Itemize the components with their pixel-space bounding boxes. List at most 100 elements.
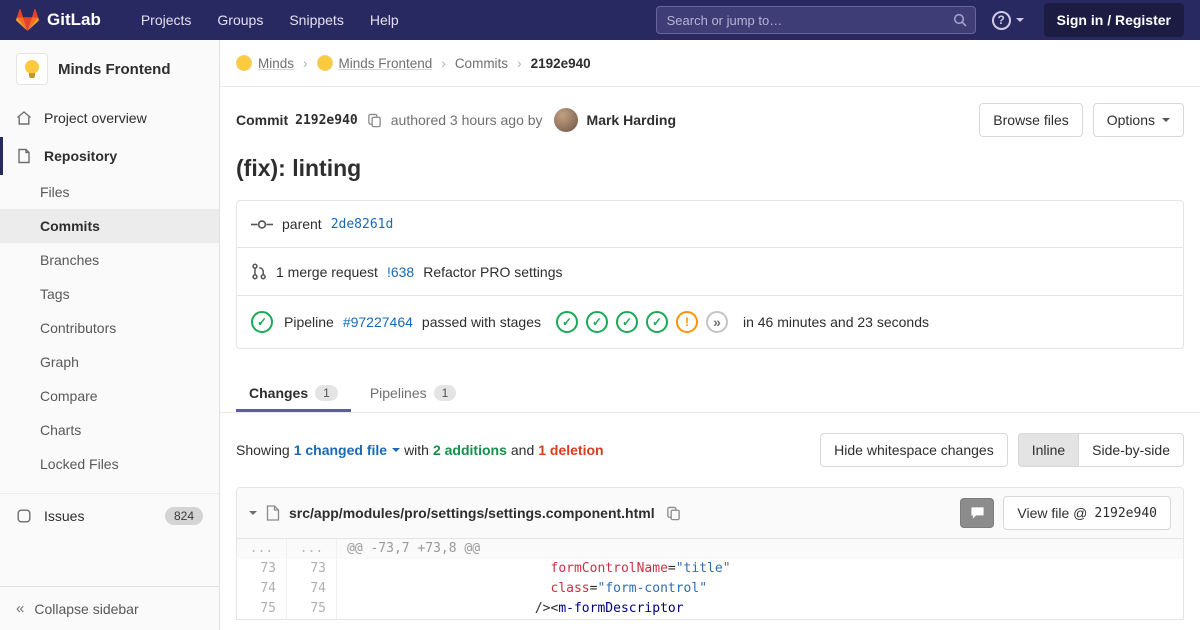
tab-pipelines[interactable]: Pipelines 1	[357, 373, 470, 412]
nav-snippets[interactable]: Snippets	[277, 6, 355, 34]
author-name[interactable]: Mark Harding	[587, 112, 676, 128]
code-line: formControlName="title"	[337, 559, 1183, 579]
sidebar-item-issues[interactable]: Issues 824	[0, 493, 219, 538]
navbar-links: Projects Groups Snippets Help	[129, 6, 411, 34]
tab-changes[interactable]: Changes 1	[236, 373, 351, 412]
changed-files-label: 1 changed file	[293, 442, 388, 458]
home-icon	[17, 111, 31, 125]
chevron-down-icon	[1162, 118, 1170, 122]
merge-request-row: 1 merge request !638 Refactor PRO settin…	[237, 247, 1183, 295]
old-line-number[interactable]: 74	[237, 579, 287, 599]
sidebar-item-commits[interactable]: Commits	[0, 209, 219, 243]
project-name: Minds Frontend	[58, 60, 171, 78]
sidebar-item-project-overview[interactable]: Project overview	[0, 99, 219, 137]
pipeline-status-icon[interactable]: ✓	[251, 311, 273, 333]
sidebar-item-label: Project overview	[44, 110, 147, 126]
copy-sha-button[interactable]	[365, 111, 384, 130]
sidebar-item-locked-files[interactable]: Locked Files	[0, 447, 219, 481]
collapse-sidebar-button[interactable]: « Collapse sidebar	[0, 586, 219, 630]
stage-passed-icon[interactable]: ✓	[555, 311, 578, 333]
sidebar-item-compare[interactable]: Compare	[0, 379, 219, 413]
nav-groups[interactable]: Groups	[205, 6, 275, 34]
breadcrumb-commits[interactable]: Commits	[455, 56, 508, 71]
pipeline-id-link[interactable]: #97227464	[343, 314, 413, 330]
sidebar-item-files[interactable]: Files	[0, 175, 219, 209]
side-by-side-view-button[interactable]: Side-by-side	[1078, 433, 1184, 467]
collapse-file-icon[interactable]	[249, 511, 257, 515]
hide-whitespace-button[interactable]: Hide whitespace changes	[820, 433, 1008, 467]
search-input[interactable]	[655, 6, 976, 34]
pipeline-duration: in 46 minutes and 23 seconds	[742, 314, 929, 330]
stage-passed-icon[interactable]: ✓	[645, 311, 668, 333]
code-eq: =	[667, 561, 676, 576]
diff-file-panel: src/app/modules/pro/settings/settings.co…	[236, 487, 1184, 620]
hunk-header-text: @@ -73,7 +73,8 @@	[347, 541, 481, 556]
nav-help[interactable]: Help	[358, 6, 411, 34]
help-menu[interactable]: ?	[991, 10, 1024, 30]
stage-warning-icon[interactable]: !	[675, 311, 698, 333]
mr-ref-link[interactable]: !638	[387, 264, 414, 280]
hunk-header-row: ... ... @@ -73,7 +73,8 @@	[237, 539, 1183, 559]
project-header[interactable]: Minds Frontend	[0, 40, 219, 99]
breadcrumb-separator: ›	[441, 55, 446, 71]
author-avatar[interactable]	[553, 108, 578, 132]
options-dropdown-button[interactable]: Options	[1092, 103, 1184, 137]
sidebar-item-charts[interactable]: Charts	[0, 413, 219, 447]
sidebar-item-contributors[interactable]: Contributors	[0, 311, 219, 345]
sidebar-item-graph[interactable]: Graph	[0, 345, 219, 379]
browse-files-button[interactable]: Browse files	[979, 103, 1083, 137]
changed-files-dropdown[interactable]: 1 changed file	[293, 442, 401, 458]
additions-count: 2 additions	[432, 442, 507, 458]
breadcrumb-commits-label: Commits	[454, 55, 509, 71]
with-text: with	[404, 442, 429, 458]
old-line-number[interactable]: 73	[237, 559, 287, 579]
project-sidebar: Minds Frontend Project overview Reposito…	[0, 40, 220, 630]
stage-passed-icon[interactable]: ✓	[615, 311, 638, 333]
comment-icon	[971, 507, 984, 519]
gitlab-logo[interactable]: GitLab	[16, 8, 101, 32]
commit-authored-text: authored 3 hours ago by	[390, 112, 543, 128]
view-mode-toggle: Inline Side-by-side	[1017, 433, 1184, 467]
sidebar-item-repository[interactable]: Repository	[0, 137, 219, 175]
code-line: class="form-control"	[337, 579, 1183, 599]
breadcrumb-group[interactable]: Minds	[236, 55, 294, 71]
stage-passed-icon[interactable]: ✓	[585, 311, 608, 333]
project-crumb-avatar	[316, 55, 333, 71]
breadcrumb-current-sha: 2192e940	[530, 55, 591, 71]
breadcrumb-project[interactable]: Minds Frontend	[316, 55, 432, 71]
copy-path-button[interactable]	[664, 504, 683, 523]
stage-more-icon[interactable]: »	[705, 311, 728, 333]
sidebar-item-tags[interactable]: Tags	[0, 277, 219, 311]
tanuki-icon	[16, 8, 39, 32]
new-line-number[interactable]: 74	[287, 579, 337, 599]
file-actions: View file @ 2192e940	[960, 496, 1171, 530]
code-line: /><m-formDescriptor	[337, 599, 1183, 619]
file-path[interactable]: src/app/modules/pro/settings/settings.co…	[289, 505, 655, 521]
collapse-label: Collapse sidebar	[34, 600, 139, 617]
code-attr: formControlName	[550, 561, 668, 576]
view-file-button[interactable]: View file @ 2192e940	[1003, 496, 1171, 530]
options-label: Options	[1106, 112, 1155, 128]
commit-info-box: parent 2de8261d 1 merge request !638 Ref…	[236, 200, 1184, 349]
new-line-number[interactable]: 75	[287, 599, 337, 619]
new-line-number[interactable]: 73	[287, 559, 337, 579]
old-line-gutter: ...	[237, 539, 287, 559]
code-attr: class	[550, 581, 590, 596]
diff-table: ... ... @@ -73,7 +73,8 @@ 73 73 formCont…	[237, 539, 1183, 619]
commit-tabs: Changes 1 Pipelines 1	[220, 373, 1200, 413]
diff-summary-bar: Showing 1 changed file with 2 additions …	[220, 413, 1200, 487]
issues-count-badge: 824	[164, 507, 203, 525]
commit-icon	[251, 219, 273, 229]
code-value: "form-control"	[597, 581, 708, 596]
sign-in-button[interactable]: Sign in / Register	[1043, 3, 1184, 37]
old-line-number[interactable]: 75	[237, 599, 287, 619]
code-tag: m-formDescriptor	[558, 601, 684, 616]
inline-label: Inline	[1031, 442, 1066, 458]
inline-view-button[interactable]: Inline	[1017, 433, 1080, 467]
toggle-comments-button[interactable]	[960, 498, 995, 528]
nav-projects[interactable]: Projects	[129, 6, 204, 34]
parent-sha-link[interactable]: 2de8261d	[331, 217, 394, 232]
sidebar-item-branches[interactable]: Branches	[0, 243, 219, 277]
commit-title: (fix): linting	[236, 155, 362, 181]
